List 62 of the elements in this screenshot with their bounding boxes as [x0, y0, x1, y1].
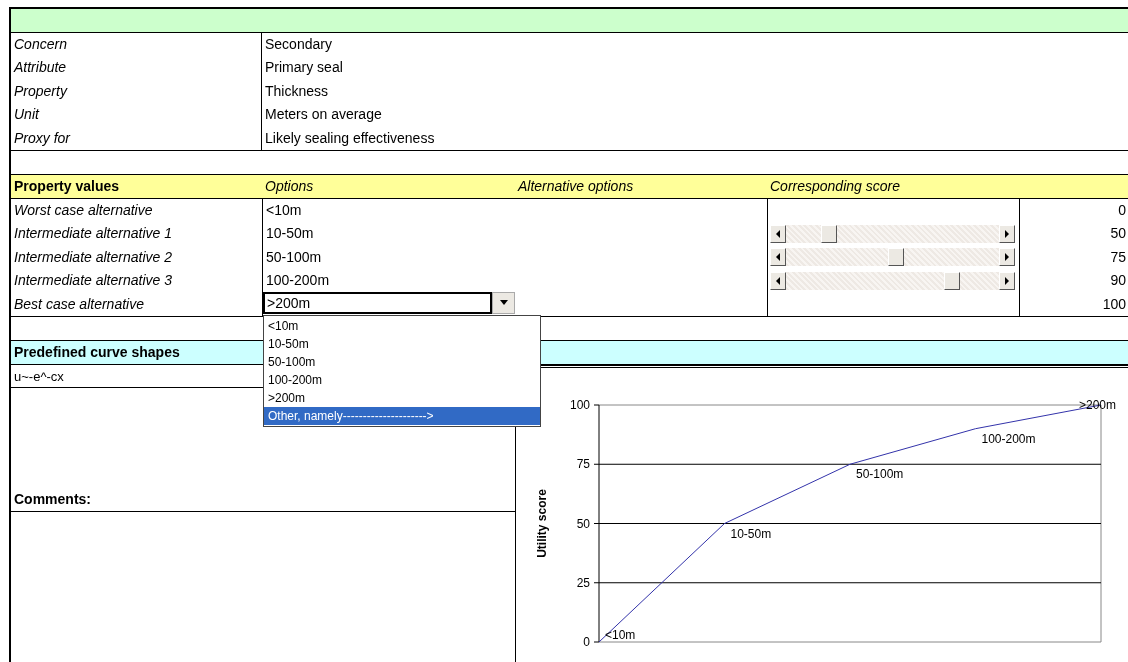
point-label: >200m [1079, 397, 1117, 412]
right-arrow-icon [1005, 276, 1009, 285]
section-title: Predefined curve shapes [13, 342, 181, 362]
right-arrow-button[interactable] [999, 248, 1015, 267]
field-value: Likely sealing effectiveness [264, 128, 436, 148]
caret-icon [499, 300, 508, 305]
right-arrow-icon [1005, 253, 1009, 262]
left-arrow-icon [776, 230, 780, 239]
field-value: Primary seal [264, 58, 344, 78]
field-label: Attribute [11, 56, 262, 80]
right-arrow-button[interactable] [999, 271, 1015, 290]
score-value: 90 [1109, 271, 1127, 291]
y-axis-title: Utility score [535, 489, 549, 558]
header-label: Corresponding score [769, 176, 901, 196]
y-tick-label: 0 [583, 634, 590, 649]
scroll-slider[interactable] [770, 271, 1015, 290]
option-value: 100-200m [265, 271, 330, 291]
field-value: Thickness [264, 81, 330, 101]
field-label: Proxy for [11, 126, 262, 150]
y-tick-label: 50 [576, 516, 590, 531]
field-label: Unit [11, 103, 262, 127]
left-arrow-button[interactable] [770, 225, 786, 244]
y-tick-label: 75 [576, 457, 590, 472]
comments-label: Comments: [11, 487, 515, 512]
option-dropdown-field[interactable]: >200m [263, 291, 492, 314]
right-arrow-button[interactable] [999, 225, 1015, 244]
alternative-label: Intermediate alternative 3 [13, 271, 173, 291]
field-label: Concern [11, 33, 262, 57]
point-label: 10-50m [730, 526, 772, 541]
alternative-label: Worst case alternative [13, 200, 154, 220]
y-tick-label: 25 [576, 575, 590, 590]
option-value: 50-100m [265, 247, 322, 267]
point-label: 100-200m [981, 431, 1036, 446]
left-arrow-button[interactable] [770, 248, 786, 267]
option-value: 10-50m [265, 224, 314, 244]
scroll-slider[interactable] [770, 225, 1015, 244]
alternative-label: Intermediate alternative 1 [13, 224, 173, 244]
score-value: 75 [1109, 247, 1127, 267]
left-arrow-icon [776, 253, 780, 262]
y-tick-label: 100 [569, 397, 590, 412]
slider-thumb[interactable] [821, 225, 838, 244]
left-arrow-button[interactable] [770, 271, 786, 290]
alternative-label: Intermediate alternative 2 [13, 247, 173, 267]
header-label: Property values [13, 176, 121, 196]
dropdown-button[interactable] [492, 291, 515, 314]
option-value: <10m [265, 200, 302, 220]
score-value: 50 [1109, 224, 1127, 244]
point-label: <10m [605, 627, 636, 642]
header-label: Alternative options [516, 176, 635, 196]
slider-thumb[interactable] [888, 248, 905, 267]
header-label: Options [264, 176, 315, 196]
field-value: Meters on average [264, 105, 383, 125]
scroll-slider[interactable] [770, 248, 1015, 267]
right-arrow-icon [1005, 230, 1009, 239]
left-arrow-icon [776, 276, 780, 285]
point-label: 50-100m [856, 467, 904, 482]
score-value: 0 [1117, 200, 1127, 220]
field-value: Secondary [264, 35, 333, 54]
score-value: 100 [1101, 294, 1127, 314]
field-label: Property [11, 79, 262, 104]
slider-thumb[interactable] [943, 271, 960, 290]
alternative-label: Best case alternative [13, 294, 145, 314]
